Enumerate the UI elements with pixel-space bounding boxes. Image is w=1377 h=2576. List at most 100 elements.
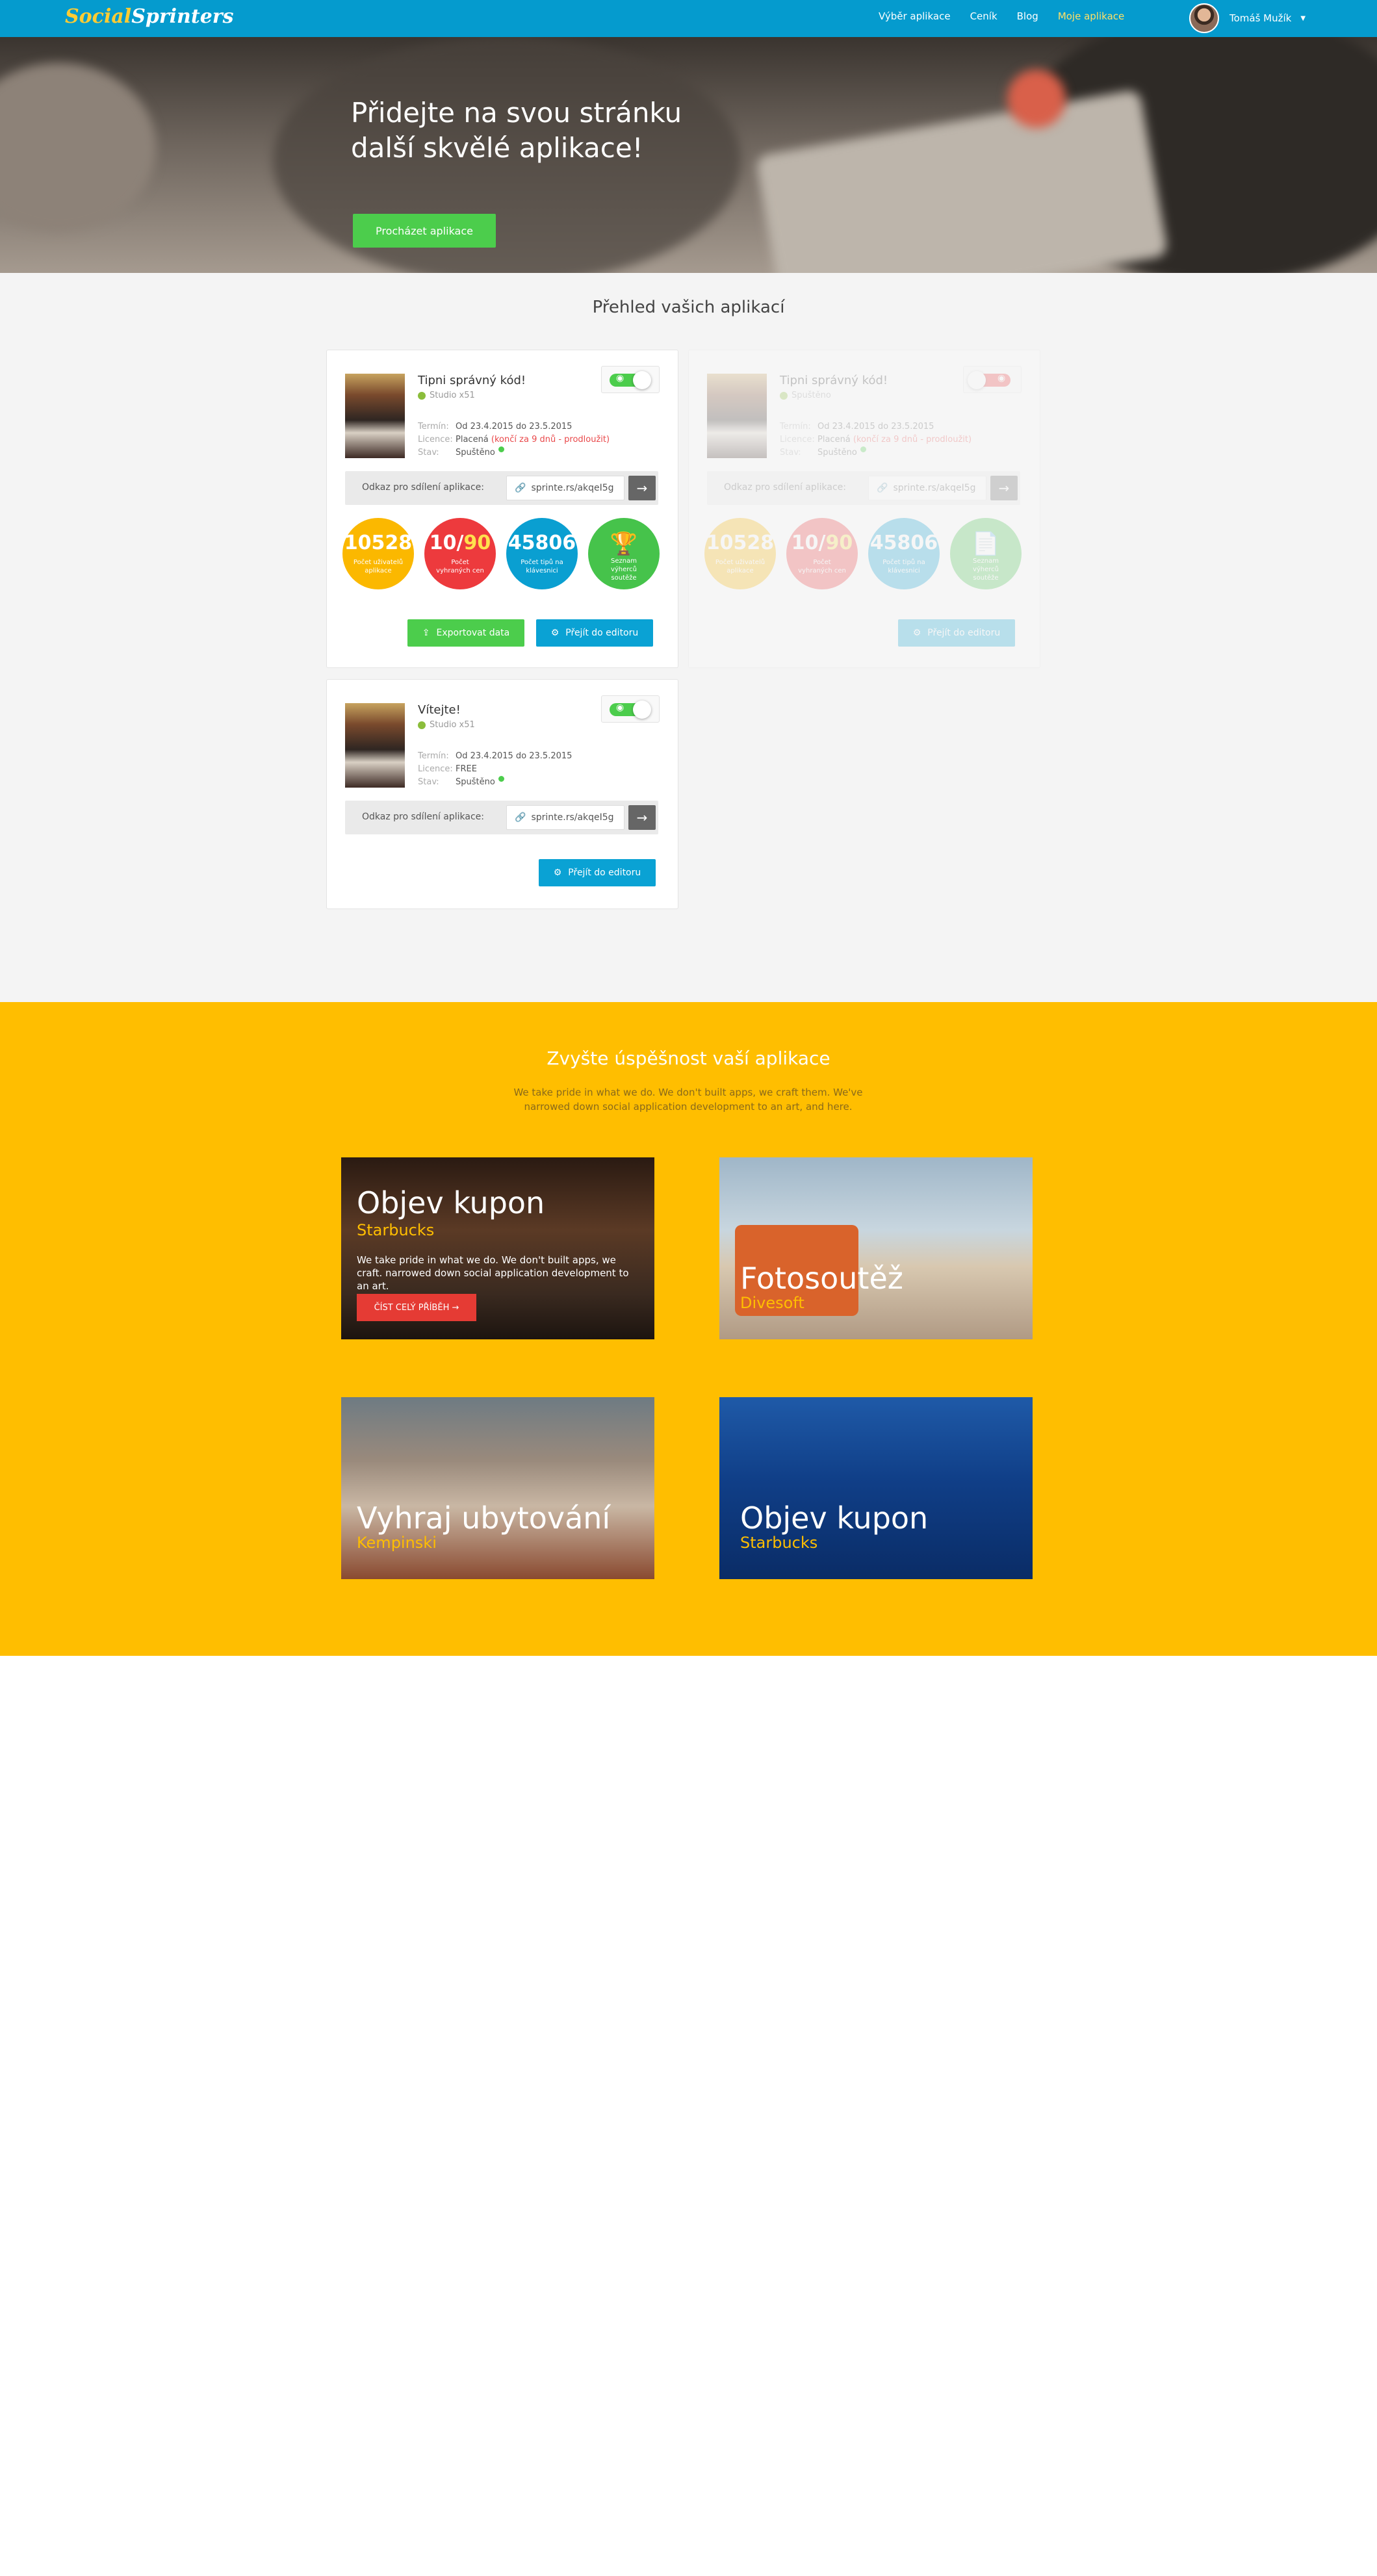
hero-title-line-1: Přidejte na svou stránku (351, 97, 682, 129)
app-meta: Termín: Od 23.4.2015 do 23.5.2015 Licence… (418, 750, 572, 789)
term-label: Termín: (418, 751, 449, 761)
app-studio: Spuštěno (780, 391, 831, 400)
chevron-down-icon: ▼ (1300, 14, 1306, 22)
go-to-editor-label: Přejít do editoru (568, 868, 641, 878)
stat-users-label: Počet uživatelů aplikace (715, 559, 766, 574)
share-link-field[interactable]: 🔗 sprinte.rs/akqeI5g (506, 805, 624, 830)
stat-winners[interactable]: 🏆 Seznam výherců soutěže (588, 518, 660, 589)
status-label: Stav: (418, 448, 439, 457)
tile-description: We take pride in what we do. We don't bu… (357, 1254, 629, 1292)
status-label: Stav: (780, 448, 801, 457)
app-thumbnail (345, 374, 405, 458)
eye-icon: ◉ (616, 373, 624, 383)
stat-guesses-value: 45806 (508, 532, 576, 554)
share-row: Odkaz pro sdílení aplikace: 🔗 sprinte.rs/… (345, 471, 658, 505)
stat-users[interactable]: 10528 Počet uživatelů aplikace (704, 518, 776, 589)
export-data-button[interactable]: ⇪ Exportovat data (407, 619, 524, 647)
stat-guesses[interactable]: 45806 Počet tipů na klávesnici (506, 518, 578, 589)
status-dot-icon (860, 446, 866, 452)
app-title: Vítejte! (418, 703, 461, 717)
stat-prizes-value: 10/90 (786, 532, 858, 554)
share-link-text: sprinte.rs/akqeI5g (531, 812, 614, 823)
user-menu[interactable]: Tomáš Mužík ▼ (1189, 3, 1306, 33)
app-card-disabled: Tipni správný kód! Spuštěno Termín: Od 23… (688, 350, 1040, 668)
license-extend-link[interactable]: (končí za 9 dnů - prodloužit) (853, 433, 972, 446)
case-study-tile[interactable]: Vyhraj ubytování Kempinski (341, 1397, 654, 1579)
stats-row: 10528 Počet uživatelů aplikace 10/90 Poč… (704, 518, 1022, 589)
toggle-knob (633, 371, 651, 389)
share-label: Odkaz pro sdílení aplikace: (724, 482, 846, 493)
stat-guesses[interactable]: 45806 Počet tipů na klávesnici (868, 518, 940, 589)
visibility-toggle[interactable]: ◉ (963, 366, 1022, 393)
nav-link-blog[interactable]: Blog (1017, 10, 1038, 22)
go-to-editor-button[interactable]: ⚙ Přejít do editoru (898, 619, 1015, 647)
avatar (1189, 3, 1219, 33)
logo-part-sprinters: Sprinters (131, 5, 234, 28)
case-study-tile[interactable]: Objev kupon Starbucks (719, 1397, 1033, 1579)
nav-link-pricing[interactable]: Ceník (970, 10, 997, 22)
studio-name: Spuštěno (791, 391, 831, 400)
studio-name: Studio x51 (430, 720, 475, 730)
go-to-editor-button[interactable]: ⚙ Přejít do editoru (539, 859, 656, 886)
share-row: Odkaz pro sdílení aplikace: 🔗 sprinte.rs/… (345, 801, 658, 834)
term-label: Termín: (418, 422, 449, 431)
gear-icon: ⚙ (550, 628, 560, 638)
stat-winners[interactable]: 📄 Seznam výherců soutěže (950, 518, 1022, 589)
case-study-tile[interactable]: Fotosoutěž Divesoft (719, 1157, 1033, 1339)
gear-icon: ⚙ (553, 868, 562, 878)
license-value: Placená (817, 435, 851, 444)
eye-icon: ◉ (616, 702, 624, 713)
share-link-field[interactable]: 🔗 sprinte.rs/akqeI5g (506, 476, 624, 500)
case-study-tile[interactable]: Objev kupon Starbucks We take pride in w… (341, 1157, 654, 1339)
stat-prizes-value: 10/90 (424, 532, 496, 554)
app-thumbnail (345, 703, 405, 788)
go-to-editor-label: Přejít do editoru (927, 628, 1001, 638)
tile-brand: Kempinski (357, 1534, 437, 1552)
app-studio: Studio x51 (418, 391, 475, 400)
stat-users-label: Počet uživatelů aplikace (353, 559, 404, 574)
promo-subtitle: We take pride in what we do. We don't bu… (513, 1087, 863, 1113)
arrow-right-icon[interactable]: → (628, 476, 656, 500)
toggle-knob (633, 701, 651, 719)
nav-link-app-selection[interactable]: Výběr aplikace (879, 10, 951, 22)
apps-overview: Přehled vašich aplikací Tipni správný kó… (0, 273, 1377, 1002)
license-label: Licence: (780, 435, 815, 444)
studio-icon (780, 391, 788, 400)
status-label: Stav: (418, 777, 439, 787)
stat-prizes[interactable]: 10/90 Počet vyhraných cen (424, 518, 496, 589)
read-story-button[interactable]: ČÍST CELÝ PŘÍBĚH → (357, 1294, 476, 1321)
browse-apps-button[interactable]: Procházet aplikace (353, 214, 496, 248)
license-value: Placená (456, 435, 489, 444)
license-extend-link[interactable]: (končí za 9 dnů - prodloužit) (491, 433, 610, 446)
stat-prizes-won: 10/ (791, 532, 826, 554)
go-to-editor-label: Přejít do editoru (565, 628, 639, 638)
license-label: Licence: (418, 764, 453, 774)
tile-title: Fotosoutěž (740, 1261, 903, 1296)
nav-link-my-apps[interactable]: Moje aplikace (1058, 10, 1124, 22)
arrow-right-icon[interactable]: → (628, 805, 656, 830)
main-menu: Výběr aplikace Ceník Blog Moje aplikace (879, 10, 1124, 22)
promo-section: Zvyšte úspěšnost vaší aplikace We take p… (0, 1002, 1377, 1656)
share-row: Odkaz pro sdílení aplikace: 🔗 sprinte.rs/… (707, 471, 1020, 505)
stat-prizes[interactable]: 10/90 Počet vyhraných cen (786, 518, 858, 589)
export-data-label: Exportovat data (436, 628, 510, 638)
app-card: Vítejte! Studio x51 Termín: Od 23.4.2015 … (326, 679, 678, 909)
tile-title: Objev kupon (357, 1185, 545, 1220)
status-value: Spuštěno (456, 777, 495, 787)
share-link-field[interactable]: 🔗 sprinte.rs/akqeI5g (868, 476, 986, 500)
stat-winners-label: Seznam výherců soutěže (610, 558, 637, 582)
tile-brand: Starbucks (740, 1534, 818, 1552)
stat-guesses-value: 45806 (869, 532, 938, 554)
visibility-toggle[interactable]: ◉ (601, 366, 660, 393)
go-to-editor-button[interactable]: ⚙ Přejít do editoru (536, 619, 653, 647)
arrow-right-icon[interactable]: → (990, 476, 1018, 500)
stat-users[interactable]: 10528 Počet uživatelů aplikace (342, 518, 414, 589)
trophy-icon: 🏆 (610, 531, 638, 557)
visibility-toggle[interactable]: ◉ (601, 695, 660, 723)
term-value: Od 23.4.2015 do 23.5.2015 (817, 422, 934, 431)
stat-prizes-won: 10/ (429, 532, 464, 554)
hero-title-line-2: další skvělé aplikace! (351, 132, 643, 164)
logo[interactable]: SocialSprinters (65, 5, 233, 28)
app-title: Tipni správný kód! (418, 374, 526, 387)
share-link-text: sprinte.rs/akqeI5g (893, 483, 976, 493)
